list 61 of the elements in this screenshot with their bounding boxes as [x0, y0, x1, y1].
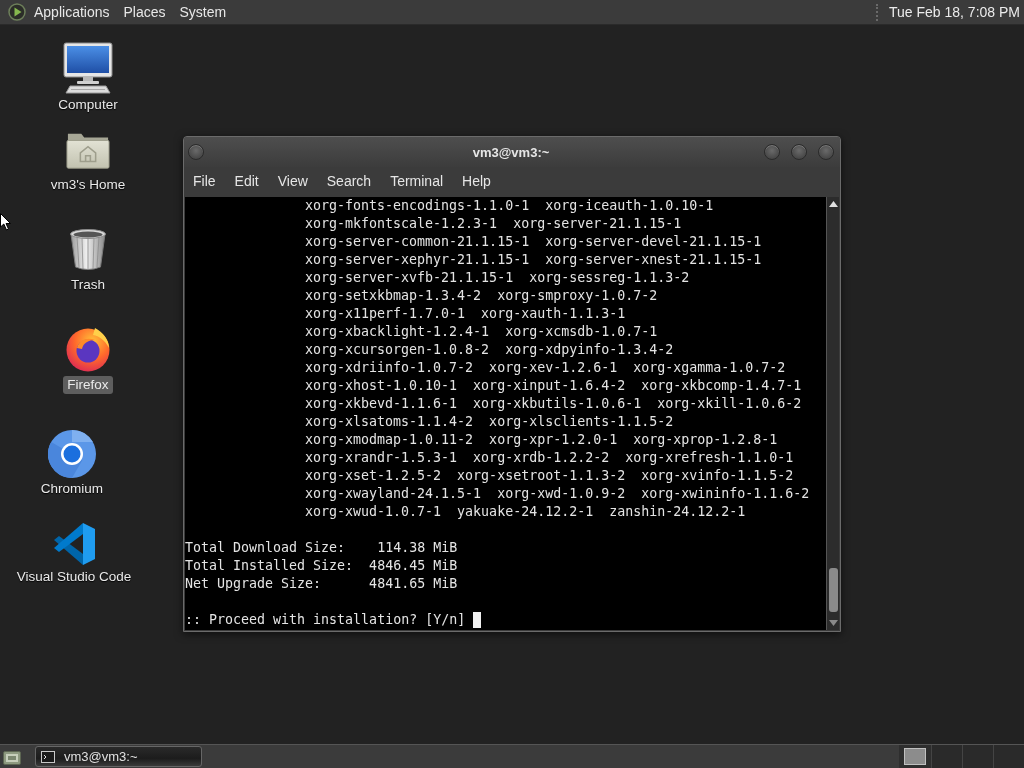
terminal-line: xorg-xdriinfo-1.0.7-2 xorg-xev-1.2.6-1 xorg-xgamma-1.0.7-2	[305, 359, 786, 377]
terminal-line: xorg-server-xephyr-21.1.15-1 xorg-server-xnest-21.1.15-1	[305, 251, 762, 269]
terminal-prompt: :: Proceed with installation? [Y/n]	[185, 611, 466, 629]
firefox-logo-icon[interactable]	[65, 326, 111, 372]
window-title: vm3@vm3:~	[471, 144, 551, 160]
desktop-icon-label[interactable]: Computer	[54, 96, 122, 114]
terminal-line: xorg-setxkbmap-1.3.4-2 xorg-smproxy-1.0.7-2	[305, 287, 658, 305]
terminal-line: xorg-server-common-21.1.15-1 xorg-server-devel-21.1.15-1	[305, 233, 762, 251]
panel-menu[interactable]: Places	[116, 1, 173, 23]
maximize-button[interactable]	[791, 144, 807, 160]
close-button[interactable]	[818, 144, 834, 160]
terminal-line: xorg-fonts-encodings-1.1.0-1 xorg-iceauth-1.0.10-1	[305, 197, 714, 215]
desktop-icon-label[interactable]: vm3's Home	[46, 176, 130, 194]
terminal-line: xorg-server-xvfb-21.1.15-1 xorg-sessreg-1.1.3-2	[305, 269, 690, 287]
minimize-button[interactable]	[764, 144, 780, 160]
menu-item[interactable]: Terminal	[381, 169, 454, 193]
menu-item[interactable]: Help	[453, 169, 501, 193]
menu-item[interactable]: File	[184, 169, 226, 193]
terminal-line: xorg-xrandr-1.5.3-1 xorg-xrdb-1.2.2-2 xorg-xrefresh-1.1.0-1	[305, 449, 794, 467]
desktop-icon-label[interactable]: Chromium	[36, 480, 108, 498]
terminal-line: xorg-xset-1.2.5-2 xorg-xsetroot-1.1.3-2 xorg-xvinfo-1.1.5-2	[305, 467, 794, 485]
terminal-line: Total Download Size: 114.38 MiB	[185, 539, 458, 557]
terminal-line: xorg-xhost-1.0.10-1 xorg-xinput-1.6.4-2 xorg-xkbcomp-1.4.7-1	[305, 377, 802, 395]
workspace-cell[interactable]	[904, 748, 926, 765]
panel-menu[interactable]: Applications	[27, 1, 117, 23]
computer-monitor-icon[interactable]	[63, 42, 113, 94]
terminal-line: Net Upgrade Size: 4841.65 MiB	[185, 575, 458, 593]
workspace-cell[interactable]	[931, 745, 962, 768]
scroll-up-icon[interactable]	[828, 201, 838, 207]
show-desktop-icon[interactable]	[3, 748, 21, 765]
terminal-line: xorg-mkfontscale-1.2.3-1 xorg-server-21.1.15-1	[305, 215, 682, 233]
panel-menu[interactable]: System	[172, 1, 234, 23]
window-menu-button[interactable]	[188, 144, 204, 160]
terminal-line: xorg-xkbevd-1.1.6-1 xorg-xkbutils-1.0.6-1 xorg-xkill-1.0.6-2	[305, 395, 802, 413]
terminal-line: xorg-xlsatoms-1.1.4-2 xorg-xlsclients-1.1.5-2	[305, 413, 674, 431]
desktop-icon-label[interactable]: Visual Studio Code	[12, 568, 136, 586]
menu-item[interactable]: Edit	[225, 169, 269, 193]
menu-item[interactable]: View	[268, 169, 318, 193]
terminal-line: xorg-xmodmap-1.0.11-2 xorg-xpr-1.2.0-1 xorg-xprop-1.2.8-1	[305, 431, 778, 449]
clock[interactable]: Tue Feb 18, 7:08 PM	[889, 4, 1020, 20]
desktop-icon-label[interactable]: Trash	[67, 276, 109, 294]
terminal-line: xorg-xwayland-24.1.5-1 xorg-xwd-1.0.9-2 xorg-xwininfo-1.1.6-2	[305, 485, 810, 503]
app-menu-icon[interactable]	[8, 3, 26, 21]
mouse-pointer-icon	[0, 213, 11, 231]
trash-can-icon[interactable]	[68, 228, 108, 272]
taskbar-button[interactable]: vm3@vm3:~	[35, 746, 202, 767]
terminal-line: Total Installed Size: 4846.45 MiB	[185, 557, 458, 575]
vscode-logo-icon[interactable]	[52, 522, 96, 566]
terminal-line: xorg-x11perf-1.7.0-1 xorg-xauth-1.1.3-1	[305, 305, 626, 323]
terminal-icon	[41, 750, 55, 763]
scroll-down-icon[interactable]	[828, 620, 838, 626]
chromium-logo-icon[interactable]	[48, 430, 96, 478]
terminal-line: xorg-xbacklight-1.2.4-1 xorg-xcmsdb-1.0.7-1	[305, 323, 658, 341]
desktop-icon-label[interactable]: Firefox	[63, 376, 113, 394]
menu-item[interactable]: Search	[317, 169, 382, 193]
workspace-cell[interactable]	[993, 745, 1024, 768]
workspace-cell[interactable]	[962, 745, 993, 768]
terminal-line: xorg-xwud-1.0.7-1 yakuake-24.12.2-1 zanshin-24.12.2-1	[305, 503, 746, 521]
scrollbar-thumb[interactable]	[828, 568, 838, 612]
text-cursor	[473, 612, 482, 628]
terminal-line: xorg-xcursorgen-1.0.8-2 xorg-xdpyinfo-1.3.4-2	[305, 341, 674, 359]
